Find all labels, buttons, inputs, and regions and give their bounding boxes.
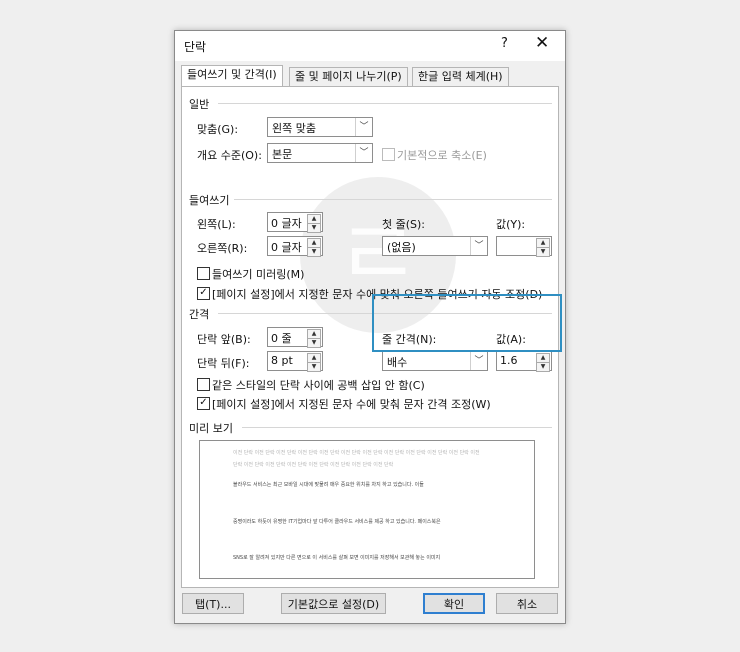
ok-button[interactable]: 확인 [423, 593, 485, 614]
spin-down-icon[interactable]: ▼ [307, 362, 321, 372]
indent-right-label: 오른쪽(R): [197, 242, 248, 255]
preview-heading: 미리 보기 [189, 422, 233, 435]
spacing-heading: 간격 [189, 308, 210, 321]
snap-to-grid-label: [페이지 설정]에서 지정된 문자 수에 맞춰 문자 간격 조정(W) [212, 398, 491, 411]
preview-pane: 이전 단락 이전 단락 이전 단락 이전 단락 이전 단락 이전 단락 이전 단… [199, 440, 535, 579]
indent-by-spinner[interactable]: ▲ ▼ [496, 236, 552, 257]
dialog-title: 단락 [184, 40, 207, 54]
indent-left-label: 왼쪽(L): [197, 218, 236, 231]
divider [234, 199, 552, 200]
spacing-at-spinner[interactable]: 1.6 ▲ ▼ [496, 351, 552, 372]
alignment-label: 맞춤(G): [197, 123, 239, 136]
indentation-heading: 들여쓰기 [189, 194, 230, 207]
paragraph-dialog: 단락 ? ✕ 들여쓰기 및 간격(I) 줄 및 페이지 나누기(P) 한글 입력… [174, 30, 566, 624]
spin-down-icon[interactable]: ▼ [307, 247, 321, 257]
set-as-default-button[interactable]: 기본값으로 설정(D) [281, 593, 386, 614]
help-button[interactable]: ? [501, 36, 508, 51]
preview-sample-line: 중명이라도 하듯이 유명한 IT기업마다 앞 다투어 클라우드 서비스를 제공 … [233, 519, 441, 525]
line-spacing-highlight [372, 294, 562, 352]
first-line-select[interactable]: (없음) ﹀ [382, 236, 488, 256]
spacing-before-spinner[interactable]: 0 줄 ▲ ▼ [267, 327, 323, 348]
first-line-label: 첫 줄(S): [382, 218, 426, 231]
preview-sample-line: SNS로 잘 알려져 있지만 다른 면으로 이 서비스를 살펴 보면 이미지를 … [233, 555, 441, 561]
indent-right-spinner[interactable]: 0 글자 ▲ ▼ [267, 236, 323, 257]
collapsed-label: 기본적으로 축소(E) [397, 149, 487, 162]
cancel-button[interactable]: 취소 [496, 593, 558, 614]
no-space-same-style-label: 같은 스타일의 단락 사이에 공백 삽입 안 함(C) [212, 379, 425, 392]
mirror-indents-checkbox[interactable] [197, 267, 210, 280]
close-icon[interactable]: ✕ [535, 33, 549, 53]
mirror-indents-label: 들여쓰기 미러링(M) [212, 268, 305, 281]
alignment-select[interactable]: 왼쪽 맞춤 ﹀ [267, 117, 373, 137]
divider [218, 103, 552, 104]
preview-previous-line: 단락 이전 단락 이전 단락 이전 단락 이전 단락 이전 단락 이전 단락 이… [233, 462, 394, 468]
indent-left-spinner[interactable]: 0 글자 ▲ ▼ [267, 212, 323, 233]
spacing-after-spinner[interactable]: 8 pt ▲ ▼ [267, 351, 323, 372]
no-space-same-style-checkbox[interactable] [197, 378, 210, 391]
chevron-down-icon[interactable]: ﹀ [355, 118, 372, 136]
chevron-down-icon[interactable]: ﹀ [355, 144, 372, 162]
chevron-down-icon[interactable]: ﹀ [470, 352, 487, 370]
spacing-before-label: 단락 앞(B): [197, 333, 251, 346]
spin-down-icon[interactable]: ▼ [307, 223, 321, 233]
spin-down-icon[interactable]: ▼ [307, 338, 321, 348]
snap-to-grid-checkbox[interactable]: ✓ [197, 397, 210, 410]
preview-previous-line: 이전 단락 이전 단락 이전 단락 이전 단락 이전 단락 이전 단락 이전 단… [233, 450, 480, 456]
chevron-down-icon[interactable]: ﹀ [470, 237, 487, 255]
spacing-after-label: 단락 뒤(F): [197, 357, 250, 370]
preview-sample-line: 블라우드 서비스는 최근 모바일 시대에 맞물려 매우 중요한 위치를 차지 하… [233, 482, 424, 488]
spin-down-icon[interactable]: ▼ [536, 362, 550, 372]
tab-asian-typography[interactable]: 한글 입력 체계(H) [412, 67, 509, 86]
spin-down-icon[interactable]: ▼ [536, 247, 550, 257]
outline-level-select[interactable]: 본문 ﹀ [267, 143, 373, 163]
auto-adjust-indent-checkbox[interactable]: ✓ [197, 287, 210, 300]
collapsed-checkbox [382, 148, 395, 161]
tabs-button[interactable]: 탭(T)... [182, 593, 244, 614]
outline-level-label: 개요 수준(O): [197, 149, 262, 162]
tab-indents-spacing[interactable]: 들여쓰기 및 간격(I) [181, 65, 283, 86]
line-spacing-select[interactable]: 배수 ﹀ [382, 351, 488, 371]
indent-by-label: 값(Y): [496, 218, 526, 231]
general-heading: 일반 [189, 98, 210, 111]
tab-line-page-breaks[interactable]: 줄 및 페이지 나누기(P) [289, 67, 408, 86]
divider [242, 427, 552, 428]
title-bar: 단락 ? ✕ [175, 31, 565, 61]
